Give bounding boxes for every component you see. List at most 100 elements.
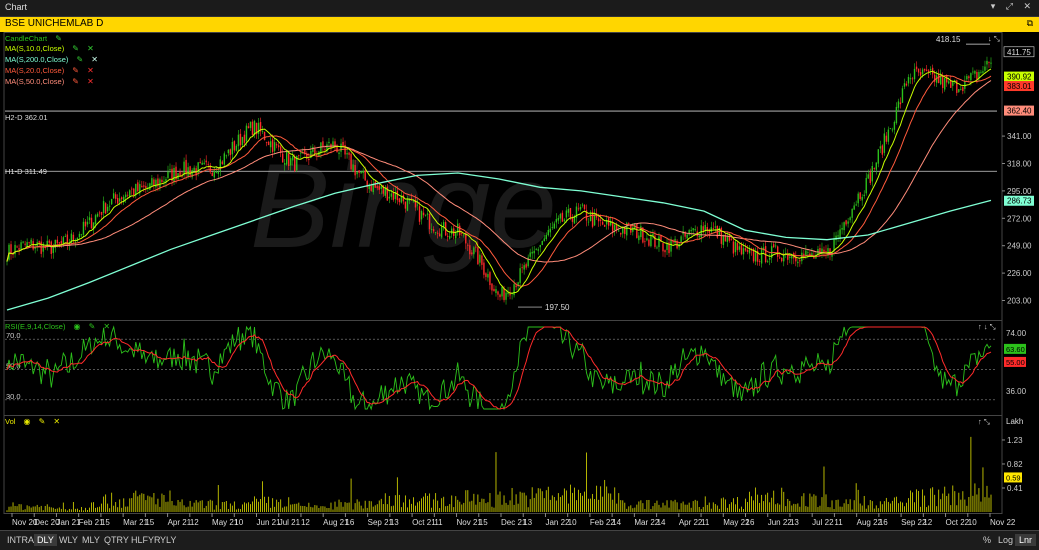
pencil-icon[interactable]: ✎: [72, 44, 79, 53]
candle-body: [958, 89, 960, 92]
rsi-panel-controls[interactable]: ↑ ↓ ⤡: [978, 322, 996, 332]
vol-tick-label: 0.82: [1007, 460, 1023, 469]
candle-body: [915, 66, 918, 70]
close-icon[interactable]: ✕: [103, 322, 110, 331]
candle-body: [237, 134, 240, 147]
candle-body: [692, 228, 694, 231]
candle-body: [620, 232, 622, 235]
vol-tick-label: 1.23: [1007, 436, 1023, 445]
percent-scale-button[interactable]: %: [979, 534, 995, 546]
candle-body: [656, 247, 658, 249]
price-panel-controls[interactable]: ↓ ⤡: [988, 34, 1000, 44]
pencil-icon[interactable]: ✎: [76, 55, 83, 64]
candle-body: [334, 141, 336, 147]
chart-area[interactable]: Binge 418.15197.50 411.75390.92383.01362…: [0, 32, 1039, 530]
minimize-icon[interactable]: ▾: [991, 1, 1000, 11]
candle-body: [141, 185, 143, 188]
candle-body: [772, 244, 775, 248]
candle-body: [837, 235, 839, 237]
candle-body: [547, 229, 550, 236]
candle-body: [104, 203, 107, 214]
log-scale-button[interactable]: Log: [994, 534, 1017, 546]
candle-body: [909, 78, 912, 80]
close-icon[interactable]: ✕: [53, 417, 60, 426]
detach-icon[interactable]: ⧉: [1027, 18, 1033, 29]
candle-body: [529, 252, 531, 257]
candle-body: [48, 240, 50, 243]
close-icon[interactable]: ✕: [1023, 1, 1035, 11]
candle-body: [151, 178, 153, 186]
candle-body: [108, 205, 111, 207]
candle-body: [58, 242, 61, 244]
tf-yly[interactable]: YLY: [157, 534, 179, 546]
candle-body: [16, 246, 18, 248]
candle-body: [78, 233, 81, 238]
eye-icon[interactable]: ◉: [74, 322, 81, 331]
candle-body: [952, 81, 954, 86]
candle-body: [974, 71, 976, 74]
candle-body: [90, 217, 93, 229]
tf-intra[interactable]: INTRA: [4, 534, 37, 546]
candle-body: [328, 141, 330, 144]
candle-body: [497, 291, 499, 295]
candle-body: [758, 261, 761, 262]
candle-body: [744, 248, 747, 251]
vol-panel-controls[interactable]: ↑ ⤡: [978, 417, 990, 427]
candle-body: [845, 220, 847, 225]
candle-body: [308, 158, 310, 161]
close-icon[interactable]: ✕: [87, 44, 94, 53]
close-icon[interactable]: ✕: [87, 77, 94, 86]
close-icon[interactable]: ✕: [87, 66, 94, 75]
candle-body: [853, 205, 855, 210]
ma10-legend[interactable]: MA(S,10.0,Close) ✎ ✕: [5, 44, 94, 53]
pencil-icon[interactable]: ✎: [55, 34, 62, 43]
volume-plot: 1.23 0.82 0.59 0.41: [6, 436, 1023, 512]
pencil-icon[interactable]: ✎: [72, 77, 79, 86]
candle-body: [746, 249, 749, 252]
candle-body: [865, 177, 867, 194]
candle-body: [903, 83, 906, 87]
vol-unit-label: Lakh: [1006, 417, 1024, 426]
candle-body: [241, 136, 244, 146]
rsi-plot: 70.050.030.074.0063.6055.0036.00: [5, 325, 1027, 411]
maximize-icon[interactable]: ⤢: [1006, 1, 1017, 11]
ma50-legend[interactable]: MA(S,50.0,Close) ✎ ✕: [5, 77, 94, 86]
candle-body: [487, 274, 489, 278]
tf-dly[interactable]: DLY: [34, 534, 57, 546]
candle-body: [257, 122, 260, 134]
ma50-legend-label: MA(S,50.0,Close): [5, 77, 65, 86]
candle-body: [960, 88, 962, 90]
candle-body: [342, 141, 344, 146]
pencil-icon[interactable]: ✎: [39, 417, 46, 426]
candle-body: [434, 232, 437, 233]
candle-body: [565, 210, 568, 218]
candle-body: [742, 248, 745, 255]
candle-body: [137, 182, 139, 192]
vol-legend[interactable]: Vol ◉ ✎ ✕: [5, 417, 60, 426]
candle-body: [94, 215, 97, 225]
candle-body: [159, 179, 161, 188]
pencil-icon[interactable]: ✎: [72, 66, 79, 75]
rsi-tick-label: 74.00: [1006, 329, 1027, 338]
candle-body: [849, 217, 851, 221]
candle-body: [881, 145, 884, 155]
rsi-legend[interactable]: RSI(E,9,14,Close) ◉ ✎ ✕: [5, 322, 110, 331]
close-icon[interactable]: ✕: [91, 55, 98, 64]
candle-body: [86, 221, 89, 225]
eye-icon[interactable]: ◉: [24, 417, 31, 426]
window-controls[interactable]: ▾ ⤢ ✕: [991, 1, 1035, 12]
candle-body: [376, 186, 378, 189]
tf-wly[interactable]: WLY: [56, 534, 81, 546]
candle-body: [789, 256, 791, 258]
pencil-icon[interactable]: ✎: [89, 322, 96, 331]
linear-scale-button[interactable]: Lnr: [1015, 534, 1037, 546]
candle-body: [52, 247, 54, 254]
x-tick-label: 14: [612, 518, 621, 527]
tf-mly[interactable]: MLY: [79, 534, 103, 546]
candle-body: [288, 153, 290, 166]
candle-body: [384, 187, 387, 196]
candle-legend[interactable]: CandleChart ✎: [5, 34, 62, 43]
ma20-legend[interactable]: MA(S,20.0,Close) ✎ ✕: [5, 66, 94, 75]
ma200-legend[interactable]: MA(S,200.0,Close) ✎ ✕: [5, 55, 98, 64]
candle-body: [199, 161, 201, 163]
